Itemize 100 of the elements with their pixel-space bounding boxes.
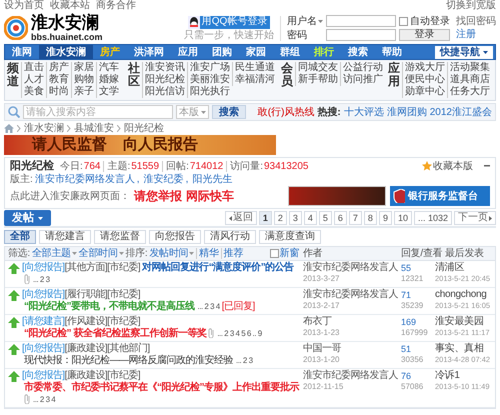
channel-link[interactable]: 民生通道	[232, 62, 277, 74]
search-button[interactable]: 搜索	[212, 105, 246, 119]
last-poster[interactable]: 冷诉1	[435, 370, 492, 382]
channel-link[interactable]: 阳光纪检	[142, 74, 187, 86]
report-link[interactable]: 网际快车	[186, 190, 234, 202]
filter-tab[interactable]: 满意度查询	[259, 230, 321, 244]
page-links[interactable]: ... 2 3 4	[198, 302, 220, 311]
username-field[interactable]	[326, 15, 396, 27]
moderator-link[interactable]: 阳光先生	[192, 174, 232, 184]
next-page-link[interactable]: 下一页	[454, 211, 496, 225]
nav-tab[interactable]: 排行	[307, 45, 341, 59]
channel-link[interactable]: 访问推广	[340, 74, 385, 86]
channel-link[interactable]: 教育	[46, 74, 71, 86]
channel-link[interactable]: 直击	[21, 62, 46, 74]
filter-dropdown[interactable]: 全部主题	[32, 248, 77, 259]
page-link[interactable]: ... 1032	[414, 211, 452, 225]
page-link[interactable]: 10	[394, 211, 412, 225]
last-poster[interactable]: 淮安最美园	[435, 316, 492, 328]
password-field[interactable]	[326, 29, 396, 41]
previous-page-link[interactable]: 返回	[224, 211, 257, 225]
channel-link[interactable]: 勋章中心	[402, 86, 447, 98]
last-poster[interactable]: 事实、真相	[435, 343, 492, 355]
reply-count[interactable]: 55	[401, 262, 435, 274]
nav-tab[interactable]: 洪泽网	[127, 45, 171, 59]
category-tag[interactable]: [履行职能]	[64, 289, 108, 300]
nav-tab[interactable]: 应用	[171, 45, 205, 59]
hot-search-link[interactable]: 2012淮江盛会	[430, 106, 492, 118]
thread-title[interactable]: 对网帖回复进行“满意度评价”的公告	[142, 262, 294, 274]
checkbox[interactable]	[399, 16, 408, 26]
channel-link[interactable]: 活动聚集	[447, 62, 492, 74]
hot-search-link[interactable]: 淮网团购	[386, 106, 427, 118]
filter-tab[interactable]: 请您监督	[94, 230, 146, 244]
nav-tab[interactable]: 淮水安澜	[39, 45, 93, 59]
channel-link[interactable]: 游戏大厅	[402, 62, 447, 74]
page-links[interactable]: ... 2 3	[236, 356, 253, 365]
page-link[interactable]: 2	[274, 211, 287, 225]
filter-tab[interactable]: 请您建言	[39, 230, 91, 244]
breadcrumb-link[interactable]: 县城淮安	[74, 122, 114, 134]
breadcrumb-link[interactable]: 阳光纪检	[124, 122, 164, 134]
top-link[interactable]: 收藏本站	[50, 0, 90, 12]
page-links[interactable]: ... 2 3	[33, 275, 50, 284]
author-name[interactable]: 中国一哥	[303, 343, 401, 355]
page-link[interactable]: 7	[348, 211, 362, 225]
hot-search-link[interactable]: 十大评选	[344, 106, 384, 118]
page-link[interactable]: 1	[258, 211, 272, 225]
category-tag[interactable]: [其他方面]	[64, 262, 108, 273]
moderator-link[interactable]: 淮安市纪委网络发言人	[34, 174, 135, 184]
channel-link[interactable]: 房产	[46, 62, 71, 74]
channel-link[interactable]: 淮安资讯	[142, 62, 187, 74]
nav-tab[interactable]: 家园	[239, 45, 273, 59]
channel-link[interactable]: 购物	[71, 74, 96, 86]
category-tag[interactable]: [其他部门]	[107, 343, 150, 354]
search-field[interactable]: 请输入搜索内容	[23, 105, 173, 119]
login-button[interactable]: 登录	[399, 29, 450, 41]
channel-link[interactable]: 时尚	[46, 86, 71, 98]
filter-dropdown[interactable]: 全部时间	[78, 248, 124, 259]
thread-title[interactable]: 现代快报：阳光纪检——网络反腐问政的淮安经验	[24, 355, 233, 367]
category-tag[interactable]: [市纪委]	[107, 370, 140, 381]
nav-tab[interactable]: 群组	[273, 45, 307, 59]
channel-link[interactable]: 同城交友	[295, 62, 340, 74]
filter-link[interactable]: 推荐	[220, 248, 244, 259]
author-name[interactable]: 淮安市纪委网络发言人	[303, 370, 401, 382]
forgot-password-link[interactable]: 找回密码	[456, 16, 496, 27]
checkbox[interactable]	[270, 249, 279, 258]
channel-link[interactable]: 婚嫁	[96, 74, 121, 86]
breadcrumb-link[interactable]: 淮水安澜	[24, 122, 64, 134]
channel-link[interactable]: 家居	[71, 62, 96, 74]
thread-title[interactable]: 市委常委、市纪委书记蔡平在《“阳光纪检”专服》上作出重要批示	[24, 382, 299, 394]
page-links[interactable]: ... 2 3 4	[33, 395, 56, 404]
channel-link[interactable]: 便民中心	[402, 74, 447, 86]
page-links[interactable]: ... 2 3 4 5 6 .. 9	[217, 329, 262, 338]
nav-tab[interactable]: 团购	[205, 45, 239, 59]
page-link[interactable]: 3	[288, 211, 302, 225]
channel-link[interactable]: 人才	[21, 74, 46, 86]
nav-tab[interactable]: 帮助	[375, 45, 409, 59]
reply-count[interactable]: 71	[401, 289, 435, 301]
last-poster[interactable]: chongchong	[435, 289, 492, 301]
filter-link[interactable]: 精华	[196, 248, 219, 259]
thread-title[interactable]: “阳光纪检” 获全省纪检监察工作创新一等奖	[24, 328, 206, 340]
category-tag[interactable]: [市纪委]	[107, 289, 140, 300]
channel-link[interactable]: 新手帮助	[295, 74, 340, 86]
author-name[interactable]: 布衣丁	[303, 316, 401, 328]
channel-link[interactable]: 道具商店	[447, 74, 492, 86]
category-tag[interactable]: [市纪委]	[107, 262, 140, 273]
favorite-link[interactable]: 收藏本版	[422, 160, 473, 172]
reply-count[interactable]: 51	[401, 343, 435, 355]
category-tag[interactable]: [向您报告]	[22, 262, 65, 273]
channel-link[interactable]: 美丽淮安	[187, 74, 232, 86]
channel-link[interactable]: 汽车	[96, 62, 121, 74]
channel-link[interactable]: 阳光信访	[142, 86, 187, 98]
page-link[interactable]: 5	[318, 211, 332, 225]
nav-tab[interactable]: 搜索	[341, 45, 375, 59]
category-tag[interactable]: [廉政建设]	[64, 343, 108, 354]
moderator-link[interactable]: 淮安纪委	[144, 174, 184, 184]
channel-link[interactable]: 淮安广场	[187, 62, 232, 74]
channel-link[interactable]: 公益行动	[340, 62, 385, 74]
filter-tab[interactable]: 清风行动	[204, 230, 256, 244]
top-link[interactable]: 设为首页	[4, 0, 44, 12]
last-poster[interactable]: 清浦区	[435, 262, 492, 274]
author-name[interactable]: 淮安市纪委网络发言人	[303, 289, 401, 301]
